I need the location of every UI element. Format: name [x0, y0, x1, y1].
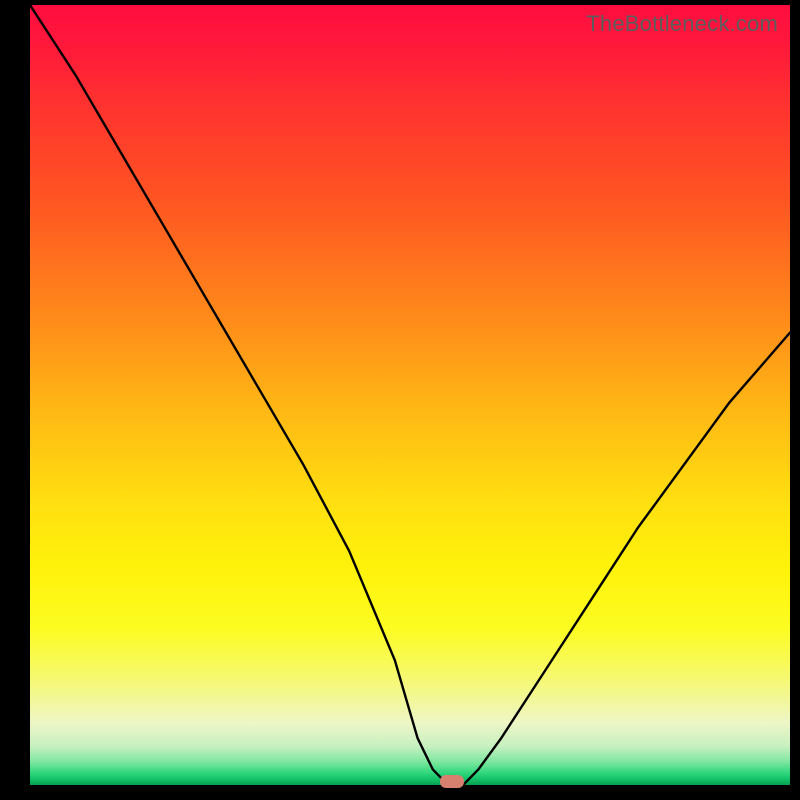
plot-area: TheBottleneck.com [30, 5, 790, 785]
optimum-marker [440, 775, 464, 788]
bottleneck-curve [30, 5, 790, 785]
chart-container: TheBottleneck.com [0, 0, 800, 800]
